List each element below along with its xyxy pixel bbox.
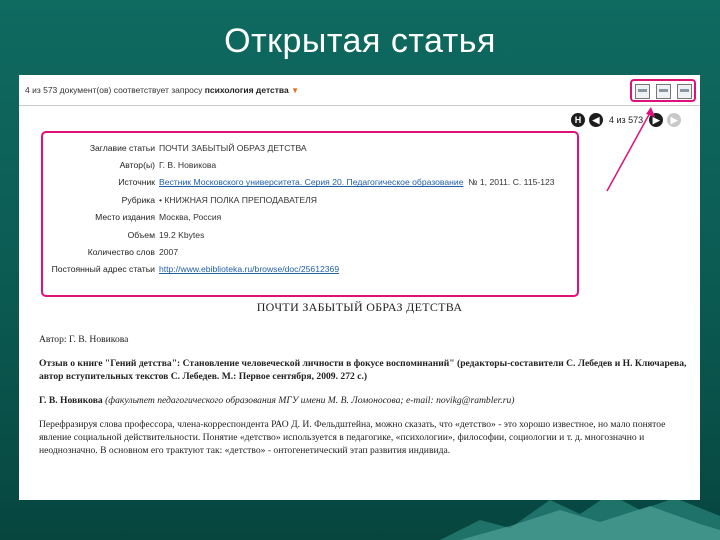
search-query[interactable]: психология детства [205,85,289,95]
source-link[interactable]: Вестник Московского университета. Серия … [159,177,464,187]
meta-value: Вестник Московского университета. Серия … [159,177,555,187]
meta-row-authors: Автор(ы) Г. В. Новикова [43,156,583,173]
author-line: Автор: Г. В. Новикова [39,334,129,345]
affiliation-details: (факультет педагогического образования М… [105,395,515,406]
intro-paragraph: Перефразируя слова профессора, члена-кор… [39,419,666,456]
results-summary: 4 из 573 документ(ов) соответствует запр… [25,85,299,95]
meta-row-size: Объем 19.2 Kbytes [43,226,583,243]
results-toolbar: 4 из 573 документ(ов) соответствует запр… [19,75,700,106]
meta-value: 2007 [159,247,179,258]
meta-row-place: Место издания Москва, Россия [43,209,583,226]
article-screenshot: 4 из 573 документ(ов) соответствует запр… [19,75,700,500]
article-title: ПОЧТИ ЗАБЫТЫЙ ОБРАЗ ДЕТСТВА [256,300,463,314]
meta-label: Объем [127,229,155,240]
callout-arrow [606,107,655,192]
meta-value: http://www.ebiblioteka.ru/browse/doc/256… [159,264,339,274]
meta-label: Количество слов [87,247,155,258]
query-dropdown-icon[interactable]: ▼ [291,86,299,95]
results-count: 4 из 573 документ(ов) соответствует запр… [25,85,203,95]
meta-label: Источник [118,177,155,188]
meta-row-title: Заглавие статьи ПОЧТИ ЗАБЫТЫЙ ОБРАЗ ДЕТС… [43,139,583,156]
meta-row-rubric: Рубрика • КНИЖНАЯ ПОЛКА ПРЕПОДАВАТЕЛЯ [43,191,583,208]
affiliation-paragraph: Г. В. Новикова (факультет педагогическог… [39,394,689,407]
permalink-link[interactable]: http://www.ebiblioteka.ru/browse/doc/256… [159,264,339,274]
article-body: Автор: Г. В. Новикова Отзыв о книге "Ген… [39,333,689,468]
meta-label: Постоянный адрес статьи [51,264,155,275]
source-issue: № 1, 2011. С. 115-123 [468,177,555,188]
meta-value: Москва, Россия [159,212,222,223]
affiliation-author: Г. В. Новикова [39,395,103,406]
article-metadata: Заглавие статьи ПОЧТИ ЗАБЫТЫЙ ОБРАЗ ДЕТС… [43,139,583,278]
meta-value: ПОЧТИ ЗАБЫТЫЙ ОБРАЗ ДЕТСТВА [159,142,307,153]
meta-label: Место издания [95,212,155,223]
meta-label: Заглавие статьи [89,142,155,153]
meta-row-source: Источник Вестник Московского университет… [43,174,583,191]
review-paragraph: Отзыв о книге "Гений детства": Становлен… [39,358,687,382]
meta-value: • КНИЖНАЯ ПОЛКА ПРЕПОДАВАТЕЛЯ [159,194,317,205]
meta-row-permalink: Постоянный адрес статьи http://www.ebibl… [43,261,583,278]
meta-value: 19.2 Kbytes [159,229,205,240]
meta-label: Автор(ы) [119,160,155,171]
last-page-button[interactable]: ▶ [667,113,682,127]
tools-highlight-frame [630,79,696,102]
first-page-button[interactable]: H [571,113,585,127]
meta-value: Г. В. Новикова [159,160,217,171]
slide-title: Открытая статья [224,22,496,60]
meta-row-wordcount: Количество слов 2007 [43,243,583,260]
meta-label: Рубрика [121,194,155,205]
